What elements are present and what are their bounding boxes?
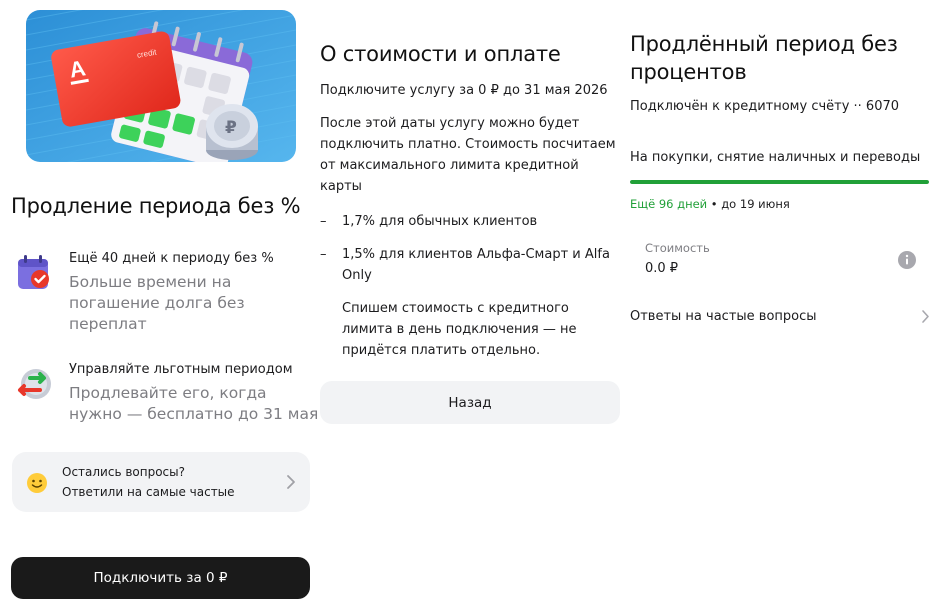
- bullet-dash: –: [320, 214, 327, 229]
- cost-value: 0.0 ₽: [645, 261, 679, 276]
- smile-emoji-icon: [26, 472, 48, 494]
- feature-heading: Управляйте льготным периодом: [69, 362, 293, 377]
- faq-card[interactable]: Остались вопросы? Ответили на самые част…: [12, 452, 310, 512]
- faq-link-label: Ответы на частые вопросы: [630, 309, 817, 324]
- service-scope: На покупки, снятие наличных и переводы: [630, 150, 921, 165]
- calendar-check-icon: [14, 253, 54, 293]
- charge-note: Спишем стоимость с кредитного лимита в д…: [342, 301, 577, 358]
- feature-subtitle: Больше времени на погашение долга без пе…: [69, 273, 245, 333]
- service-title: Продление периода без %: [11, 194, 301, 218]
- info-icon[interactable]: [898, 251, 916, 269]
- hero-illustration: А credit ₽: [26, 10, 296, 162]
- free-until-text: Подключите услугу за 0 ₽ до 31 мая 2026: [320, 83, 608, 98]
- connect-button[interactable]: Подключить за 0 ₽: [11, 557, 310, 599]
- faq-card-title: Остались вопросы?: [62, 465, 185, 479]
- svg-text:₽: ₽: [225, 118, 237, 138]
- remaining-days: Ещё 96 дней • до 19 июня: [630, 197, 790, 211]
- period-progress-fill: [630, 180, 929, 184]
- cost-label: Стоимость: [645, 241, 710, 255]
- active-service-panel: Продлённый период без процентов Подключё…: [628, 0, 930, 601]
- chevron-right-icon: [921, 309, 930, 324]
- period-progress-bar: [630, 180, 929, 184]
- bullet-dash: –: [320, 247, 327, 262]
- feature-subtitle: Продлевайте его, когда нужно — бесплатно…: [69, 384, 319, 423]
- remaining-until-date: • до 19 июня: [707, 197, 790, 211]
- back-button[interactable]: Назад: [320, 381, 620, 424]
- feature-heading: Ещё 40 дней к периоду без %: [69, 251, 274, 266]
- feature-manage-period: Управляйте льготным периодом Продлевайте…: [12, 361, 318, 431]
- swap-arrows-icon: [14, 364, 54, 404]
- feature-extra-days: Ещё 40 дней к периоду без % Больше време…: [12, 250, 312, 340]
- remaining-days-highlight: Ещё 96 дней: [630, 197, 708, 211]
- service-intro-panel: А credit ₽ Продление периода без % Ещё 4…: [0, 0, 318, 601]
- linked-account: Подключён к кредитному счёту ·· 6070: [630, 99, 900, 114]
- cost-paragraph: После этой даты услугу можно будет подкл…: [320, 116, 616, 194]
- bullet-text: 1,5% для клиентов Альфа-Смарт и Alfa Onl…: [342, 247, 610, 283]
- cost-info-panel: О стоимости и оплате Подключите услугу з…: [318, 0, 628, 601]
- cost-info-title: О стоимости и оплате: [320, 42, 561, 66]
- active-service-title: Продлённый период без процентов: [630, 32, 898, 84]
- faq-card-subtitle: Ответили на самые частые: [62, 485, 235, 499]
- faq-link[interactable]: Ответы на частые вопросы: [630, 307, 930, 327]
- bullet-text: 1,7% для обычных клиентов: [342, 214, 538, 229]
- chevron-right-icon: [286, 474, 296, 490]
